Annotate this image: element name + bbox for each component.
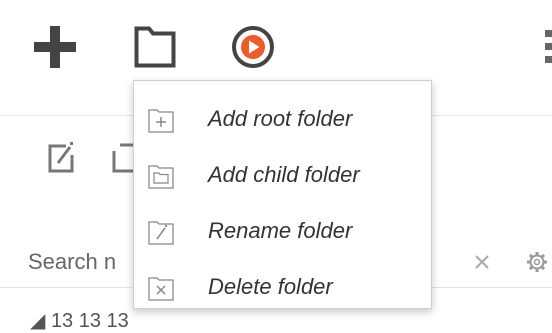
more-options-button[interactable] [542,24,552,70]
top-toolbar [0,0,552,78]
menu-item-delete-folder[interactable]: Delete folder [134,260,431,316]
menu-item-rename-folder[interactable]: Rename folder [134,204,431,260]
menu-item-label: Add root folder [208,106,353,131]
add-child-folder-icon [148,165,174,189]
play-button[interactable] [230,24,276,70]
add-root-folder-icon [148,109,174,133]
close-icon [475,255,489,269]
delete-folder-icon [148,277,174,301]
add-button[interactable] [34,26,76,68]
menu-item-add-child-folder[interactable]: Add child folder [134,148,431,204]
clear-search-button[interactable] [474,254,490,270]
menu-item-add-root-folder[interactable]: Add root folder [134,92,431,148]
more-vertical-icon [545,30,552,63]
menu-item-label: Add child folder [208,162,360,187]
menu-item-label: Rename folder [208,218,353,243]
rename-folder-icon [148,221,174,245]
gear-icon [527,252,547,272]
folder-menu-button[interactable] [134,26,176,68]
play-icon [232,26,274,68]
tree-item-label: ◢ 13 13 13 [30,310,129,332]
edit-icon [48,142,74,173]
edit-button[interactable] [48,141,76,173]
menu-item-label: Delete folder [208,274,333,299]
tree-item[interactable]: ◢ 13 13 13 [30,308,129,333]
folder-icon [134,26,176,68]
search-settings-button[interactable] [526,251,548,273]
plus-icon [34,26,76,68]
folder-context-menu: Add root folder Add child folder Rename … [133,80,432,309]
